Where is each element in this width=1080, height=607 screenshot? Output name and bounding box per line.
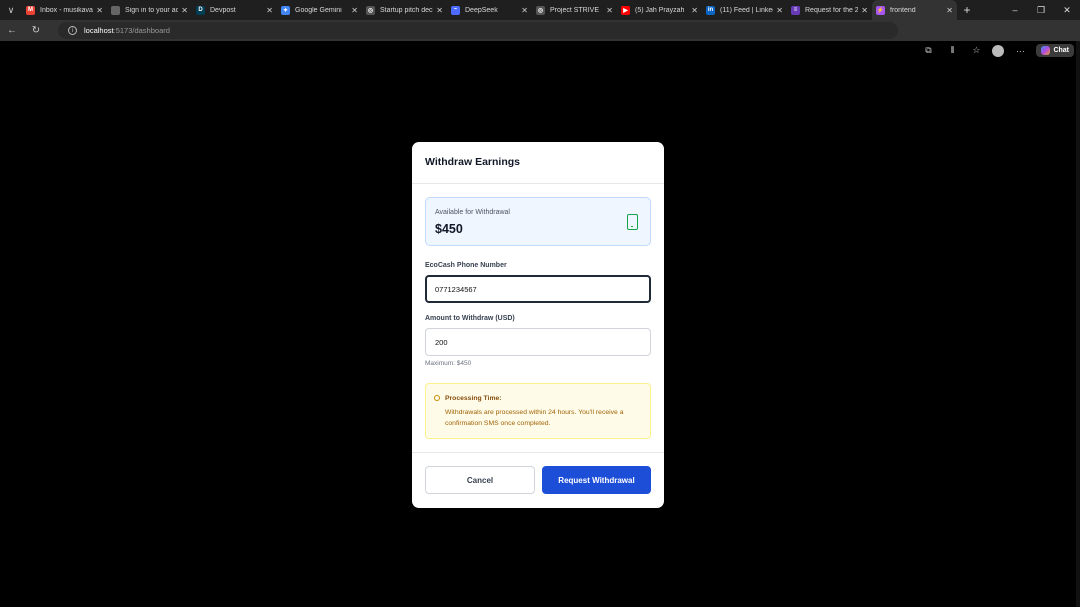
cancel-button[interactable]: Cancel [425, 466, 535, 494]
back-icon[interactable]: ← [0, 25, 24, 36]
processing-time-notice: Processing Time: Withdrawals are process… [425, 383, 651, 439]
amount-input[interactable] [425, 328, 651, 356]
close-tab-icon[interactable]: ✕ [96, 6, 103, 15]
url-path: :5173/dashboard [113, 26, 170, 35]
window-controls: – ❐ ✕ [1002, 0, 1080, 20]
copilot-chat-button[interactable]: Chat [1036, 44, 1074, 57]
address-bar-row: ← ↻ i localhost:5173/dashboard ⧉ ⫴ ☆ ···… [0, 20, 1080, 57]
browser-tab[interactable]: ✦ Google Gemini ✕ [277, 0, 362, 20]
tab-title: Sign in to your account [125, 6, 179, 14]
phone-number-input[interactable] [425, 275, 651, 303]
restore-icon[interactable]: ❐ [1028, 0, 1054, 20]
tab-actions-menu-icon[interactable]: ∨ [0, 0, 22, 20]
url-host: localhost [84, 26, 114, 35]
gemini-icon: ✦ [281, 5, 290, 15]
tab-title: Project STRIVE [550, 6, 600, 14]
modal-title: Withdraw Earnings [425, 156, 520, 168]
close-tab-icon[interactable]: ✕ [436, 6, 443, 15]
close-tab-icon[interactable]: ✕ [351, 6, 358, 15]
amount-label: Amount to Withdraw (USD) [425, 315, 515, 322]
modal-footer: Cancel Request Withdrawal [412, 452, 664, 508]
minimize-icon[interactable]: – [1002, 0, 1028, 20]
tab-title: (5) Jah Prayzah [635, 6, 685, 14]
extensions-icon[interactable]: ⧉ [920, 45, 936, 56]
reload-icon[interactable]: ↻ [24, 25, 48, 36]
close-tab-icon[interactable]: ✕ [181, 6, 188, 15]
page-icon [111, 5, 120, 15]
tab-title: Devpost [210, 6, 236, 14]
new-tab-button[interactable]: + [957, 3, 977, 17]
tab-title: Request for the 2 [805, 6, 859, 14]
devpost-icon: D [196, 5, 205, 15]
youtube-icon: ▶ [621, 5, 630, 15]
site-info-icon[interactable]: i [68, 26, 77, 35]
tab-title: frontend [890, 6, 916, 14]
close-tab-icon[interactable]: ✕ [946, 6, 953, 15]
forms-icon: ≡ [791, 5, 800, 15]
notice-body: Withdrawals are processed within 24 hour… [445, 409, 624, 427]
browser-tab[interactable]: ≡ Request for the 2 ✕ [787, 0, 872, 20]
balance-label: Available for Withdrawal [435, 209, 510, 216]
maximum-hint: Maximum: $450 [425, 360, 472, 367]
browser-tab[interactable]: Sign in to your account✕ [107, 0, 192, 20]
url-field[interactable]: i localhost:5173/dashboard [58, 22, 898, 39]
page-scrollbar[interactable] [1076, 41, 1080, 607]
notice-title: Processing Time: [445, 395, 502, 402]
profile-avatar[interactable] [992, 44, 1005, 57]
modal-header: Withdraw Earnings [412, 142, 664, 184]
tab-title: (11) Feed | LinkedIn [720, 6, 773, 14]
tab-title: DeepSeek [465, 6, 498, 14]
close-tab-icon[interactable]: ✕ [606, 6, 613, 15]
browser-tab[interactable]: ▶ (5) Jah Prayzah ✕ [617, 0, 702, 20]
browser-tab[interactable]: M Inbox - musikavanhu✕ [22, 0, 107, 20]
chatgpt-icon: ◎ [536, 5, 545, 15]
request-withdrawal-button[interactable]: Request Withdrawal [542, 466, 651, 494]
close-tab-icon[interactable]: ✕ [521, 6, 528, 15]
chatgpt-icon: ◎ [366, 5, 375, 15]
chat-label: Chat [1053, 47, 1069, 54]
close-tab-icon[interactable]: ✕ [691, 6, 698, 15]
split-screen-icon[interactable]: ⫴ [944, 45, 960, 56]
balance-amount: $450 [435, 222, 463, 236]
browser-tab-bar: ∨ MInbox - musikavanhu✕Sign in to your a… [0, 0, 1080, 20]
smartphone-icon [627, 214, 638, 230]
phone-number-label: EcoCash Phone Number [425, 262, 507, 269]
clock-icon [434, 395, 440, 401]
favorites-icon[interactable]: ☆ [968, 45, 984, 56]
available-balance-card: Available for Withdrawal $450 [425, 197, 651, 246]
more-options-icon[interactable]: ··· [1012, 46, 1028, 56]
copilot-icon [1041, 46, 1051, 55]
toolbar-icons: ⧉ ⫴ ☆ ··· Chat [920, 40, 1080, 61]
close-tab-icon[interactable]: ✕ [266, 6, 273, 15]
browser-tab[interactable]: ◎ Startup pitch deck ✕ [362, 0, 447, 20]
close-tab-icon[interactable]: ✕ [861, 6, 868, 15]
gmail-icon: M [26, 5, 35, 15]
tab-title: Google Gemini [295, 6, 342, 14]
browser-tab[interactable]: in (11) Feed | LinkedIn✕ [702, 0, 787, 20]
tab-title: Startup pitch deck [380, 6, 434, 14]
withdraw-modal: Withdraw Earnings Available for Withdraw… [412, 142, 664, 508]
tab-title: Inbox - musikavanhu [40, 6, 93, 14]
vite-icon: ⚡ [876, 5, 885, 15]
tab-strip: MInbox - musikavanhu✕Sign in to your acc… [22, 0, 957, 20]
browser-tab[interactable]: ~ DeepSeek ✕ [447, 0, 532, 20]
browser-tab[interactable]: ⚡ frontend ✕ [872, 0, 957, 20]
browser-tab[interactable]: D Devpost ✕ [192, 0, 277, 20]
browser-tab[interactable]: ◎ Project STRIVE ✕ [532, 0, 617, 20]
close-window-icon[interactable]: ✕ [1054, 0, 1080, 20]
close-tab-icon[interactable]: ✕ [776, 6, 783, 15]
deepseek-icon: ~ [451, 5, 460, 15]
linkedin-icon: in [706, 5, 715, 15]
